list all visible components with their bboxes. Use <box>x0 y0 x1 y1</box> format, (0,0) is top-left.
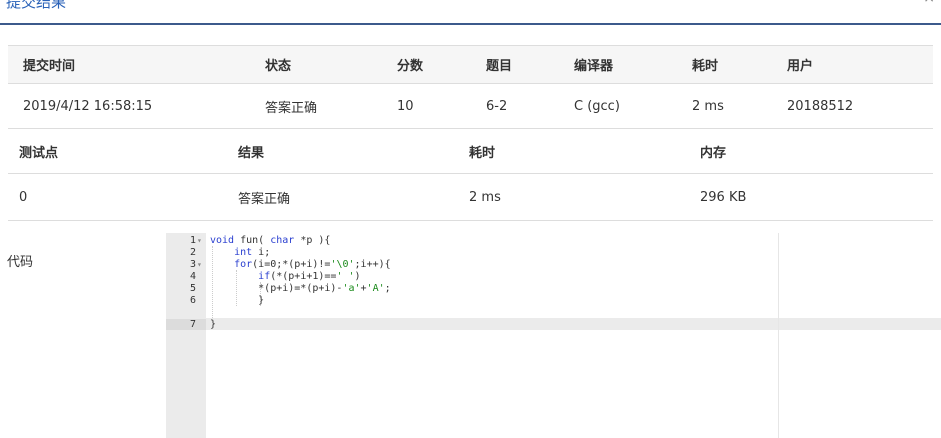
line-number: 7 <box>166 319 206 330</box>
col-submit-time: 提交时间 <box>8 45 265 84</box>
line-number: 1 <box>189 235 196 246</box>
testcase-id: 0 <box>8 173 238 221</box>
dialog-header: 提交结果 × <box>0 0 941 25</box>
col-memory: 内存 <box>700 129 933 174</box>
line-number: 4 <box>189 271 196 282</box>
table-row: 2019/4/12 16:58:15 答案正确 10 6-2 C (gcc) 2… <box>8 83 933 129</box>
code-content[interactable]: void fun( char *p ){ int i; for(i=0;*(p+… <box>206 233 941 438</box>
close-icon[interactable]: × <box>923 0 935 6</box>
testcase-memory: 296 KB <box>700 173 933 221</box>
code-line: void fun( char *p ){ <box>210 235 331 246</box>
fold-arrow-icon[interactable]: ▾ <box>197 259 202 270</box>
user-value: 20188512 <box>787 83 933 129</box>
code-editor[interactable]: 1 ▾ 2 3 ▾ 4 5 6 7 void fun( char *p ){ i… <box>166 233 941 438</box>
compiler-value: C (gcc) <box>574 83 692 129</box>
testcase-table: 测试点 结果 耗时 内存 0 答案正确 2 ms 296 KB <box>8 129 933 221</box>
code-line: } <box>210 295 265 306</box>
problem-link[interactable]: 6-2 <box>486 83 574 129</box>
code-line: int i; <box>234 247 271 258</box>
code-line: for(i=0;*(p+i)!='\0';i++){ <box>234 259 391 270</box>
line-number: 5 <box>189 283 196 294</box>
print-margin <box>778 233 779 438</box>
code-line: if(*(p+i+1)==' ') <box>258 271 361 282</box>
code-line: } <box>210 319 217 330</box>
code-label: 代码 <box>7 255 34 270</box>
line-gutter: 1 ▾ 2 3 ▾ 4 5 6 7 <box>166 233 206 438</box>
duration-value: 2 ms <box>692 83 787 129</box>
col-status: 状态 <box>265 45 397 84</box>
col-score: 分数 <box>397 45 486 84</box>
line-number: 2 <box>189 247 196 258</box>
fold-arrow-icon[interactable]: ▾ <box>197 235 202 246</box>
testcase-header-row: 测试点 结果 耗时 内存 <box>8 129 933 174</box>
col-duration: 耗时 <box>692 45 787 84</box>
testcase-result: 答案正确 <box>238 173 469 221</box>
col-result: 结果 <box>238 129 469 174</box>
submission-header-row: 提交时间 状态 分数 题目 编译器 耗时 用户 <box>8 45 933 84</box>
dialog-title: 提交结果 <box>6 0 67 11</box>
line-number: 3 <box>189 259 196 270</box>
col-time: 耗时 <box>469 129 700 174</box>
code-line: *(p+i)=*(p+i)-'a'+'A'; <box>210 283 391 294</box>
submit-time: 2019/4/12 16:58:15 <box>8 83 265 129</box>
col-problem: 题目 <box>486 45 574 84</box>
testcase-duration: 2 ms <box>469 173 700 221</box>
active-line-highlight <box>206 318 941 330</box>
score-value: 10 <box>397 83 486 129</box>
status-badge: 答案正确 <box>265 83 397 129</box>
col-testcase: 测试点 <box>8 129 238 174</box>
table-row: 0 答案正确 2 ms 296 KB <box>8 173 933 221</box>
col-user: 用户 <box>787 45 933 84</box>
line-number: 6 <box>189 295 196 306</box>
submission-table: 提交时间 状态 分数 题目 编译器 耗时 用户 2019/4/12 16:58:… <box>8 45 933 129</box>
col-compiler: 编译器 <box>574 45 692 84</box>
